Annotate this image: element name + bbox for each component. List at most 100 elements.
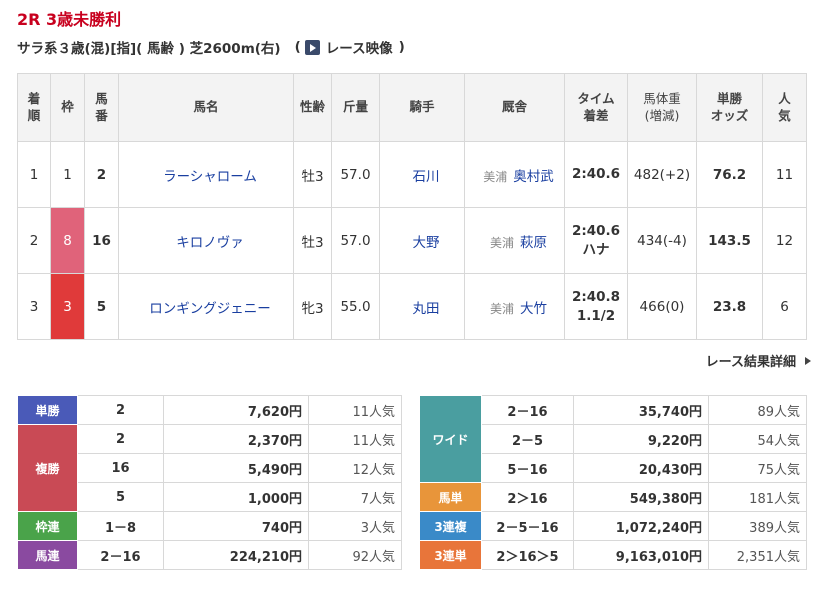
horse-name-link[interactable]: キロノヴァ xyxy=(118,207,294,274)
payout-combo: 5－16 xyxy=(481,453,574,483)
sex-age-cell: 牡3 xyxy=(293,141,332,208)
paren-open: ( xyxy=(294,39,301,55)
weight-cell: 55.0 xyxy=(331,273,380,340)
frame-cell: 8 xyxy=(50,207,85,274)
trainer-cell: 美浦 萩原 xyxy=(464,207,565,274)
payout-amount: 9,163,010円 xyxy=(573,540,709,570)
header-jockey: 騎手 xyxy=(379,73,465,142)
payout-amount: 9,220円 xyxy=(573,424,709,454)
body-weight-cell: 482(+2) xyxy=(627,141,697,208)
popularity-cell: 11 xyxy=(762,141,807,208)
jockey-link[interactable]: 丸田 xyxy=(379,273,465,340)
trainer-link[interactable]: 奥村武 xyxy=(513,169,554,185)
time-cell: 2:40.6 ハナ xyxy=(564,207,628,274)
trainer-link[interactable]: 大竹 xyxy=(520,301,547,317)
bet-type-umaren: 馬連 xyxy=(17,540,78,570)
jockey-link[interactable]: 大野 xyxy=(379,207,465,274)
bet-type-umatan: 馬単 xyxy=(419,482,482,512)
payout-amount: 2,370円 xyxy=(163,424,309,454)
horse-name-link[interactable]: ロンギングジェニー xyxy=(118,273,294,340)
payout-popularity: 54人気 xyxy=(708,424,807,454)
jockey-link[interactable]: 石川 xyxy=(379,141,465,208)
header-sex-age: 性齢 xyxy=(293,73,332,142)
rank-cell: 3 xyxy=(17,273,51,340)
payout-row-sanrentan: 3連単 2＞16＞5 9,163,010円 2,351人気 xyxy=(419,540,807,570)
payout-amount: 20,430円 xyxy=(573,453,709,483)
payout-popularity: 11人気 xyxy=(308,395,402,425)
payout-combo: 2－16 xyxy=(77,540,164,570)
number-cell: 16 xyxy=(84,207,119,274)
body-weight-cell: 466(0) xyxy=(627,273,697,340)
payout-row-umaren: 馬連 2－16 224,210円 92人気 xyxy=(17,540,402,570)
payout-row-wakuren: 枠連 1－8 740円 3人気 xyxy=(17,511,402,541)
header-time: タイム 着差 xyxy=(564,73,628,142)
bet-type-wide: ワイド xyxy=(419,395,482,483)
payout-row-sanrenpuku: 3連複 2－5－16 1,072,240円 389人気 xyxy=(419,511,807,541)
payout-combo: 16 xyxy=(77,453,164,483)
weight-cell: 57.0 xyxy=(331,207,380,274)
bet-type-fukusho: 複勝 xyxy=(17,424,78,512)
bet-type-wakuren: 枠連 xyxy=(17,511,78,541)
payout-table-right: ワイド 2－16 35,740円 89人気 2－5 9,220円 54人気 5－… xyxy=(419,395,807,570)
horse-name-link[interactable]: ラーシャローム xyxy=(118,141,294,208)
race-video-link[interactable]: レース映像 xyxy=(304,37,393,57)
header-number: 馬 番 xyxy=(84,73,119,142)
payout-popularity: 75人気 xyxy=(708,453,807,483)
payout-row-umatan: 馬単 2＞16 549,380円 181人気 xyxy=(419,482,807,512)
race-video-label: レース映像 xyxy=(325,41,393,57)
trainer-cell: 美浦 大竹 xyxy=(464,273,565,340)
payout-popularity: 7人気 xyxy=(308,482,402,512)
payout-row-tansho: 単勝 2 7,620円 11人気 xyxy=(17,395,402,425)
odds-cell: 76.2 xyxy=(696,141,763,208)
frame-cell: 3 xyxy=(50,273,85,340)
sex-age-cell: 牡3 xyxy=(293,207,332,274)
popularity-cell: 6 xyxy=(762,273,807,340)
table-row: 1 1 2 ラーシャローム 牡3 57.0 石川 美浦 奥村武 2:40.6 48… xyxy=(17,141,807,208)
time-cell: 2:40.8 1.1/2 xyxy=(564,273,628,340)
result-table: 着 順 枠 馬 番 馬名 性齢 斤量 騎手 厩舎 タイム 着差 馬体重 (増減)… xyxy=(17,73,807,340)
payout-combo: 5 xyxy=(77,482,164,512)
header-horse: 馬名 xyxy=(118,73,294,142)
bet-type-sanrentan: 3連単 xyxy=(419,540,482,570)
popularity-cell: 12 xyxy=(762,207,807,274)
payout-amount: 35,740円 xyxy=(573,395,709,425)
race-detail-link[interactable]: レース結果詳細 xyxy=(706,351,811,370)
payout-amount: 1,072,240円 xyxy=(573,511,709,541)
payout-amount: 5,490円 xyxy=(163,453,309,483)
header-weight: 斤量 xyxy=(331,73,380,142)
payout-amount: 549,380円 xyxy=(573,482,709,512)
payout-combo: 2－5 xyxy=(481,424,574,454)
trainer-region: 美浦 xyxy=(489,301,514,316)
number-cell: 2 xyxy=(84,141,119,208)
header-popularity: 人 気 xyxy=(762,73,807,142)
bet-type-tansho: 単勝 xyxy=(17,395,78,425)
trainer-link[interactable]: 萩原 xyxy=(520,235,547,251)
number-cell: 5 xyxy=(84,273,119,340)
odds-cell: 23.8 xyxy=(696,273,763,340)
payout-popularity: 3人気 xyxy=(308,511,402,541)
frame-cell: 1 xyxy=(50,141,85,208)
result-header-row: 着 順 枠 馬 番 馬名 性齢 斤量 騎手 厩舎 タイム 着差 馬体重 (増減)… xyxy=(17,73,807,142)
payout-combo: 2＞16 xyxy=(481,482,574,512)
race-detail-label: レース結果詳細 xyxy=(705,355,796,370)
payout-table-left: 単勝 2 7,620円 11人気 複勝 2 2,370円 11人気 16 5,4… xyxy=(17,395,402,570)
header-rank: 着 順 xyxy=(17,73,51,142)
payout-combo: 1－8 xyxy=(77,511,164,541)
header-trainer: 厩舎 xyxy=(464,73,565,142)
header-frame: 枠 xyxy=(50,73,85,142)
race-conditions: サラ系３歳(混)[指]( 馬齢 ) 芝2600m(右) ( レース映像 ) xyxy=(17,37,405,57)
payout-combo: 2－16 xyxy=(481,395,574,425)
chevron-right-icon xyxy=(805,356,811,365)
sex-age-cell: 牝3 xyxy=(293,273,332,340)
paren-close: ) xyxy=(398,39,405,55)
play-icon xyxy=(304,39,320,55)
table-row: 3 3 5 ロンギングジェニー 牝3 55.0 丸田 美浦 大竹 2:40.8 1.… xyxy=(17,273,807,340)
weight-cell: 57.0 xyxy=(331,141,380,208)
rank-cell: 1 xyxy=(17,141,51,208)
payout-popularity: 92人気 xyxy=(308,540,402,570)
payout-amount: 1,000円 xyxy=(163,482,309,512)
odds-cell: 143.5 xyxy=(696,207,763,274)
payout-row-wide: ワイド 2－16 35,740円 89人気 xyxy=(419,395,807,483)
body-weight-cell: 434(-4) xyxy=(627,207,697,274)
rank-cell: 2 xyxy=(17,207,51,274)
